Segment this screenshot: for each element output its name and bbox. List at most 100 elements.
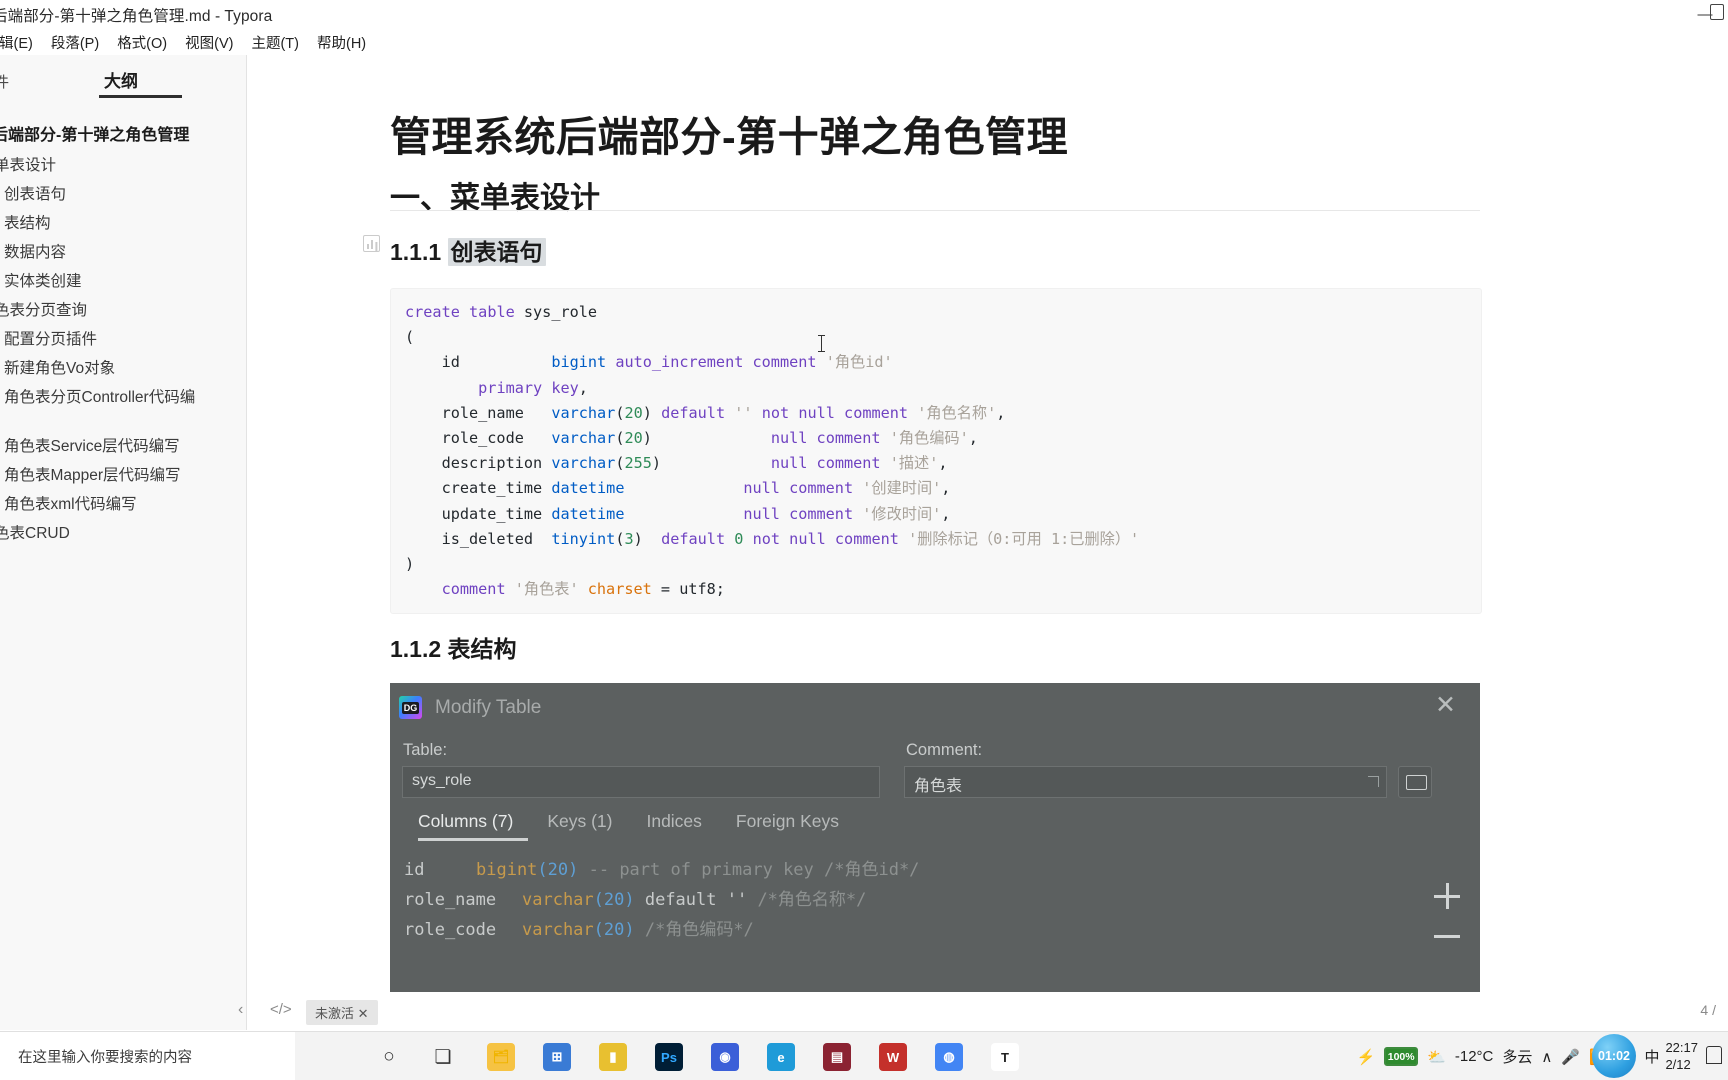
column-row[interactable]: role_name varchar(20) default '' /*角色名称*/ — [404, 885, 866, 910]
column-length: (20) — [593, 890, 635, 910]
heading-111-number: 1.1.1 — [390, 239, 448, 265]
cortana-icon[interactable]: ○ — [370, 1038, 408, 1076]
dialog-tab-1[interactable]: Keys (1) — [547, 811, 612, 832]
ime-icon[interactable]: 中 — [1644, 1046, 1659, 1067]
comment-label: Comment: — [906, 741, 983, 759]
outline-item-4[interactable]: 数据内容 — [4, 245, 66, 261]
typora-icon[interactable]: T — [986, 1038, 1024, 1076]
text-cursor — [818, 335, 825, 352]
menu-theme[interactable]: 主题(T) — [242, 32, 308, 53]
clock[interactable]: 22:17 2/12 — [1665, 1040, 1698, 1073]
expand-icon[interactable] — [1368, 776, 1379, 787]
outline-item-8[interactable]: 新建角色Vo对象 — [4, 361, 115, 377]
screen-recorder-overlay[interactable]: 01:02 — [1592, 1034, 1636, 1078]
explorer-icon[interactable]: 🗂 — [482, 1038, 520, 1076]
edge-icon-glyph: e — [767, 1043, 795, 1071]
comment-input-value: 角色表 — [914, 778, 963, 795]
outline-item-3[interactable]: 表结构 — [4, 216, 51, 232]
code-block[interactable]: create table sys_role ( id bigint auto_in… — [390, 288, 1482, 615]
add-column-button[interactable] — [1434, 883, 1460, 909]
outline-item-5[interactable]: 实体类创建 — [4, 274, 82, 290]
column-row[interactable]: role_code varchar(20) /*角色编码*/ — [404, 915, 754, 940]
sidebar-tabs: 件 大纲 — [0, 55, 246, 103]
column-name: id — [404, 860, 425, 880]
outline-item-2[interactable]: 创表语句 — [4, 187, 66, 203]
window-titlebar: 后端部分-第十弹之角色管理.md - Typora — — [0, 0, 1728, 29]
outline-item-9[interactable]: 角色表分页Controller代码编 — [4, 390, 195, 406]
column-type: bigint — [476, 860, 538, 880]
editor-pane[interactable]: 管理系统后端部分-第十弹之角色管理 一、菜单表设计 1.1.1 创表语句 cre… — [248, 55, 1728, 1030]
dialog-tab-2[interactable]: Indices — [646, 811, 701, 832]
wps-icon[interactable]: W — [874, 1038, 912, 1076]
prev-button[interactable]: ‹ — [238, 1001, 243, 1019]
menu-format[interactable]: 格式(O) — [108, 32, 176, 53]
weather-temperature[interactable]: -12°C — [1455, 1048, 1494, 1065]
outline-item-1[interactable]: 单表设计 — [0, 158, 56, 174]
clock-date: 2/12 — [1665, 1056, 1691, 1072]
comment-input[interactable]: 角色表 — [904, 766, 1387, 798]
photoshop-icon[interactable]: Ps — [650, 1038, 688, 1076]
menu-help[interactable]: 帮助(H) — [308, 32, 375, 53]
tab-files[interactable]: 件 — [0, 71, 9, 92]
search-box[interactable]: 在这里输入你要搜索的内容 — [0, 1032, 295, 1080]
microphone-icon[interactable]: 🎤 — [1561, 1048, 1580, 1066]
outline-item-12[interactable]: 角色表xml代码编写 — [4, 497, 137, 513]
menubar: 辑(E) 段落(P) 格式(O) 视图(V) 主题(T) 帮助(H) — [0, 29, 1728, 55]
charging-icon: ⚡ — [1356, 1048, 1376, 1066]
dialog-titlebar: DG Modify Table ✕ — [390, 683, 1480, 731]
outline-item-0[interactable]: 后端部分-第十弹之角色管理 — [0, 128, 189, 144]
comment-editor-button[interactable] — [1398, 766, 1432, 798]
menu-edit[interactable]: 辑(E) — [0, 32, 42, 53]
search-input[interactable]: 在这里输入你要搜索的内容 — [18, 1046, 192, 1067]
outline-item-13[interactable]: 色表CRUD — [0, 526, 70, 542]
outline-item-6[interactable]: 色表分页查询 — [0, 303, 87, 319]
store-icon-glyph: ⊞ — [543, 1043, 571, 1071]
maximize-button[interactable] — [1710, 4, 1724, 20]
photoshop-icon-glyph: Ps — [655, 1043, 683, 1071]
remove-column-button[interactable] — [1434, 923, 1460, 949]
store-icon[interactable]: ⊞ — [538, 1038, 576, 1076]
column-comment: /*角色编码*/ — [634, 920, 754, 940]
outline-item-11[interactable]: 角色表Mapper层代码编写 — [4, 468, 181, 484]
dialog-tab-0[interactable]: Columns (7) — [418, 811, 513, 832]
outline-item-7[interactable]: 配置分页插件 — [4, 332, 97, 348]
source-code-button[interactable]: </> — [270, 1001, 292, 1018]
app-icon-2-glyph: ◉ — [711, 1043, 739, 1071]
notification-icon[interactable] — [1706, 1046, 1722, 1064]
chevron-up-icon[interactable]: ∧ — [1541, 1048, 1552, 1066]
code-line: create table sys_role — [405, 303, 598, 321]
tab-outline[interactable]: 大纲 — [104, 67, 138, 92]
typora-icon-glyph: T — [991, 1043, 1019, 1071]
chrome-icon[interactable]: ◍ — [930, 1038, 968, 1076]
close-icon[interactable]: ✕ — [1435, 693, 1456, 718]
column-type: varchar — [522, 920, 594, 940]
dialog-title: Modify Table — [435, 697, 542, 718]
edge-icon[interactable]: e — [762, 1038, 800, 1076]
outline-item-10[interactable]: 角色表Service层代码编写 — [4, 439, 180, 455]
column-row[interactable]: id bigint(20) -- part of primary key /*角色… — [404, 855, 919, 880]
code-line: role_name varchar(20) default '' not nul… — [405, 403, 1006, 422]
table-name-input[interactable]: sys_role — [402, 766, 880, 798]
column-length: (20) — [593, 920, 635, 940]
taskview-icon[interactable]: ❏ — [424, 1038, 462, 1076]
code-line: comment '角色表' charset = utf8; — [441, 580, 725, 599]
dialog-tab-3[interactable]: Foreign Keys — [736, 811, 839, 832]
tab-outline-underline — [99, 95, 182, 98]
code-line: id bigint auto_increment comment '角色id' — [405, 353, 893, 372]
wps-icon-glyph: W — [879, 1043, 907, 1071]
weather-condition[interactable]: 多云 — [1502, 1046, 1532, 1067]
table-gutter-icon — [363, 235, 380, 252]
activation-badge[interactable]: 未激活 ✕ — [306, 1000, 378, 1025]
menu-paragraph[interactable]: 段落(P) — [42, 32, 108, 53]
battery-level: 100% — [1384, 1047, 1419, 1066]
code-line: description varchar(255) null comment '描… — [405, 454, 948, 473]
battery-indicator[interactable]: 100% — [1384, 1047, 1419, 1066]
app-icon-2[interactable]: ◉ — [706, 1038, 744, 1076]
explorer-icon-glyph: 🗂 — [487, 1043, 515, 1071]
datagrip-icon-label: DG — [401, 701, 420, 714]
editor-status-bar: ‹ </> 未激活 ✕ 4 / — [238, 992, 1728, 1030]
app-icon-3[interactable]: ▤ — [818, 1038, 856, 1076]
menu-view[interactable]: 视图(V) — [176, 32, 242, 53]
sidebar: 件 大纲 后端部分-第十弹之角色管理单表设计创表语句表结构数据内容实体类创建色表… — [0, 55, 247, 1030]
app-icon-1[interactable]: ▮ — [594, 1038, 632, 1076]
